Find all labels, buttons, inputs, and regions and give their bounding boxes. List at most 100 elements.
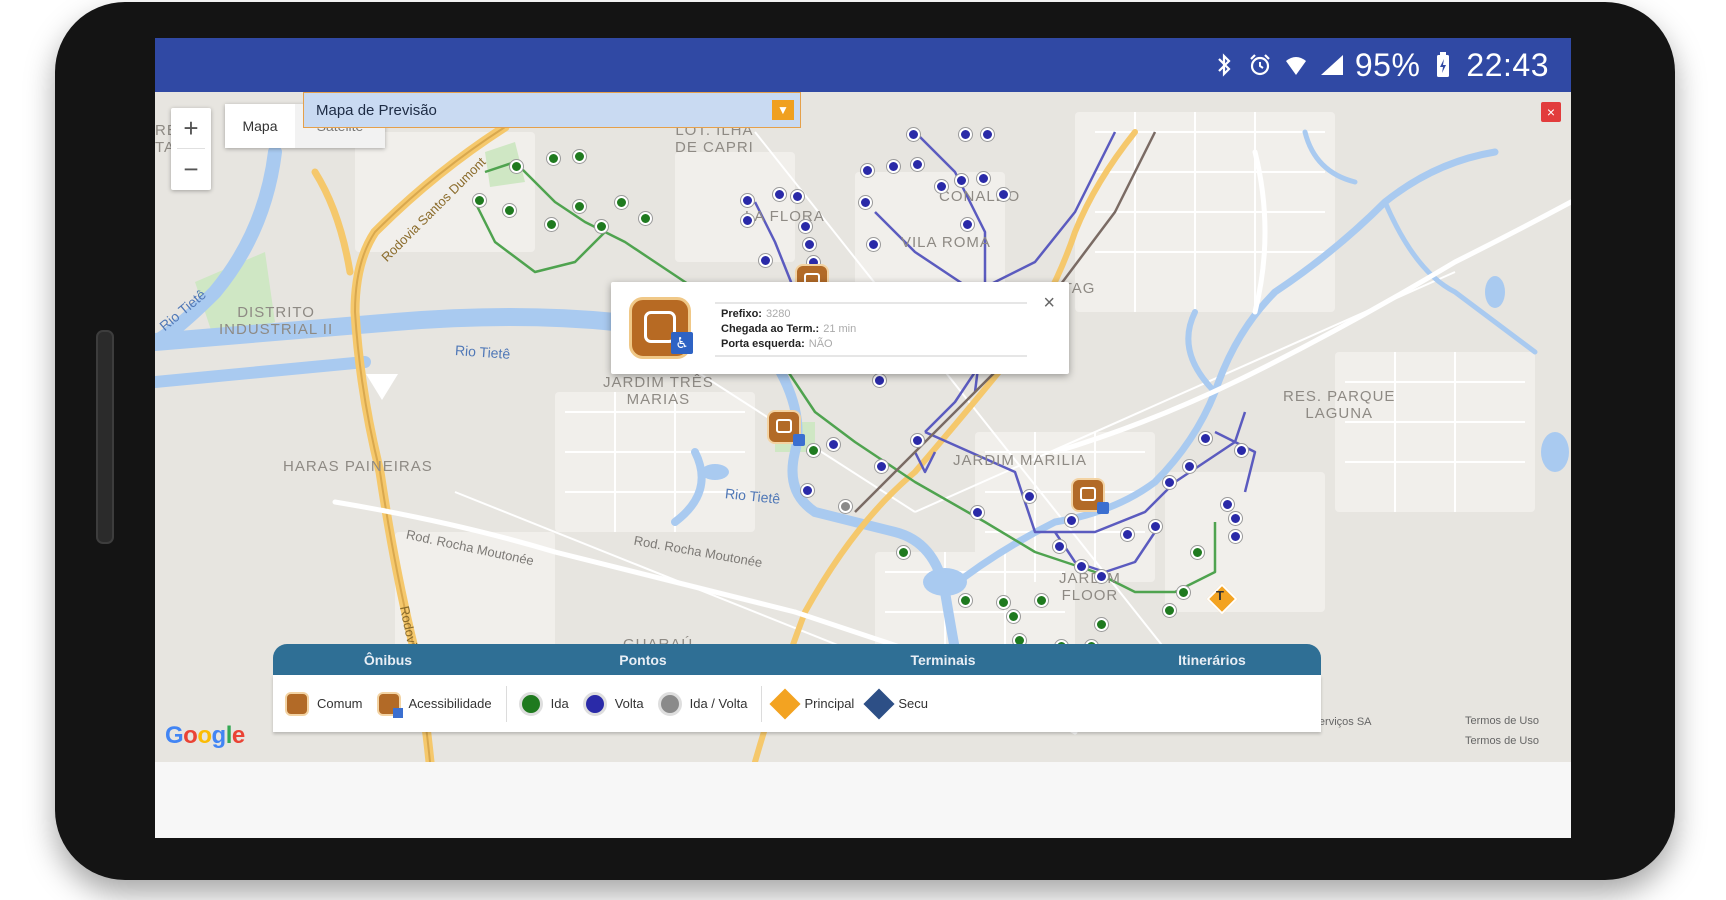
- tab-onibus[interactable]: Ônibus: [273, 652, 503, 668]
- map-mode-select[interactable]: Mapa de Previsão ▼: [303, 92, 801, 128]
- legend-label-acessibilidade: Acessibilidade: [408, 696, 492, 711]
- stop-volta[interactable]: [741, 214, 754, 227]
- stop-volta[interactable]: [971, 506, 984, 519]
- map-label-la-flora: LA FLORA: [745, 208, 825, 225]
- zoom-in-button[interactable]: +: [171, 108, 211, 148]
- stop-volta[interactable]: [887, 160, 900, 173]
- legend-item-principal: Principal: [769, 687, 854, 720]
- stop-ida[interactable]: [959, 594, 972, 607]
- accessibility-icon: [793, 434, 805, 446]
- terms-of-use-link[interactable]: Termos de Uso: [1465, 735, 1539, 747]
- stop-ida[interactable]: [997, 596, 1010, 609]
- close-icon[interactable]: ×: [1541, 102, 1561, 122]
- stop-ida-icon: [518, 691, 543, 716]
- stop-ida[interactable]: [473, 194, 486, 207]
- stop-ida[interactable]: [510, 160, 523, 173]
- stop-volta[interactable]: [911, 158, 924, 171]
- stop-volta[interactable]: [741, 194, 754, 207]
- stop-volta[interactable]: [1163, 476, 1176, 489]
- stop-volta[interactable]: [1065, 514, 1078, 527]
- legend-label-volta: Volta: [614, 696, 644, 711]
- popup-details: Prefixo: 3280 Chegada ao Term.: 21 min Por…: [715, 302, 1027, 357]
- stop-volta[interactable]: [1199, 432, 1212, 445]
- tablet-side-button: [96, 330, 114, 544]
- alarm-icon: [1247, 51, 1273, 79]
- stop-volta[interactable]: [803, 238, 816, 251]
- bus-info-popup: ♿ × Prefixo: 3280 Chegada ao Term.: 21 min…: [611, 282, 1069, 374]
- stop-volta[interactable]: [981, 128, 994, 141]
- stop-ida[interactable]: [1007, 610, 1020, 623]
- stop-volta[interactable]: [1229, 530, 1242, 543]
- tab-itinerarios[interactable]: Itinerários: [1103, 652, 1321, 668]
- stop-volta[interactable]: [859, 196, 872, 209]
- stop-volta[interactable]: [873, 374, 886, 387]
- legend-item-secundario: Secu: [863, 687, 928, 720]
- stop-ida-volta[interactable]: [839, 500, 852, 513]
- stop-volta[interactable]: [1095, 570, 1108, 583]
- chevron-down-icon: ▼: [772, 100, 794, 120]
- stop-volta[interactable]: [977, 172, 990, 185]
- stop-volta[interactable]: [791, 190, 804, 203]
- stop-ida[interactable]: [573, 200, 586, 213]
- stop-volta[interactable]: [911, 434, 924, 447]
- stop-ida[interactable]: [1191, 546, 1204, 559]
- stop-volta[interactable]: [801, 484, 814, 497]
- stop-ida[interactable]: [807, 444, 820, 457]
- stop-volta[interactable]: [759, 254, 772, 267]
- popup-close-button[interactable]: ×: [1043, 292, 1055, 315]
- accessibility-icon: ♿: [671, 332, 693, 354]
- map-label-haras: HARAS PAINEIRAS: [283, 458, 433, 475]
- stop-volta[interactable]: [867, 238, 880, 251]
- stop-volta[interactable]: [1121, 528, 1134, 541]
- stop-ida[interactable]: [547, 152, 560, 165]
- signal-icon: [1319, 51, 1345, 79]
- accessible-bus-icon: [376, 691, 403, 718]
- stop-volta[interactable]: [959, 128, 972, 141]
- bus-icon: [285, 691, 309, 716]
- stop-ida[interactable]: [573, 150, 586, 163]
- terminal-principal-letter: T: [1216, 588, 1224, 603]
- stop-volta[interactable]: [907, 128, 920, 141]
- bus-icon: [1080, 487, 1096, 501]
- bus-marker-selected[interactable]: [767, 410, 805, 446]
- stop-ida[interactable]: [503, 204, 516, 217]
- popup-prefix-label: Prefixo:: [721, 308, 762, 320]
- stop-ida[interactable]: [1177, 586, 1190, 599]
- stop-ida[interactable]: [595, 220, 608, 233]
- stop-volta[interactable]: [997, 188, 1010, 201]
- map-type-map-button[interactable]: Mapa: [225, 104, 295, 148]
- legend-divider: [505, 685, 507, 722]
- stop-ida[interactable]: [1163, 604, 1176, 617]
- tab-terminais[interactable]: Terminais: [783, 652, 1103, 668]
- stop-volta[interactable]: [1235, 444, 1248, 457]
- stop-ida[interactable]: [639, 212, 652, 225]
- stop-volta[interactable]: [1053, 540, 1066, 553]
- stop-volta[interactable]: [935, 180, 948, 193]
- stop-ida[interactable]: [1035, 594, 1048, 607]
- map-canvas[interactable]: RE TA LOT. ILHA DE CAPRI LA FLORA VILA R…: [155, 92, 1571, 762]
- terms-of-use-link[interactable]: Termos de Uso: [1465, 715, 1539, 727]
- stop-volta[interactable]: [1023, 490, 1036, 503]
- stop-volta[interactable]: [1075, 560, 1088, 573]
- stop-ida[interactable]: [897, 546, 910, 559]
- stop-volta[interactable]: [861, 164, 874, 177]
- stop-volta[interactable]: [875, 460, 888, 473]
- stop-volta[interactable]: [827, 438, 840, 451]
- stop-ida[interactable]: [615, 196, 628, 209]
- bus-marker[interactable]: [1071, 478, 1109, 514]
- popup-door-value: NÃO: [808, 338, 833, 350]
- popup-prefix-value: 3280: [765, 308, 791, 320]
- stop-volta[interactable]: [1183, 460, 1196, 473]
- tab-pontos[interactable]: Pontos: [503, 652, 783, 668]
- zoom-out-button[interactable]: −: [171, 149, 211, 189]
- stop-volta[interactable]: [1149, 520, 1162, 533]
- stop-ida[interactable]: [545, 218, 558, 231]
- stop-volta[interactable]: [799, 220, 812, 233]
- stop-volta[interactable]: [1229, 512, 1242, 525]
- stop-ida[interactable]: [1095, 618, 1108, 631]
- stop-volta[interactable]: [955, 174, 968, 187]
- stop-volta[interactable]: [961, 218, 974, 231]
- stop-volta[interactable]: [773, 188, 786, 201]
- stop-volta[interactable]: [1221, 498, 1234, 511]
- legend-divider: [761, 685, 763, 722]
